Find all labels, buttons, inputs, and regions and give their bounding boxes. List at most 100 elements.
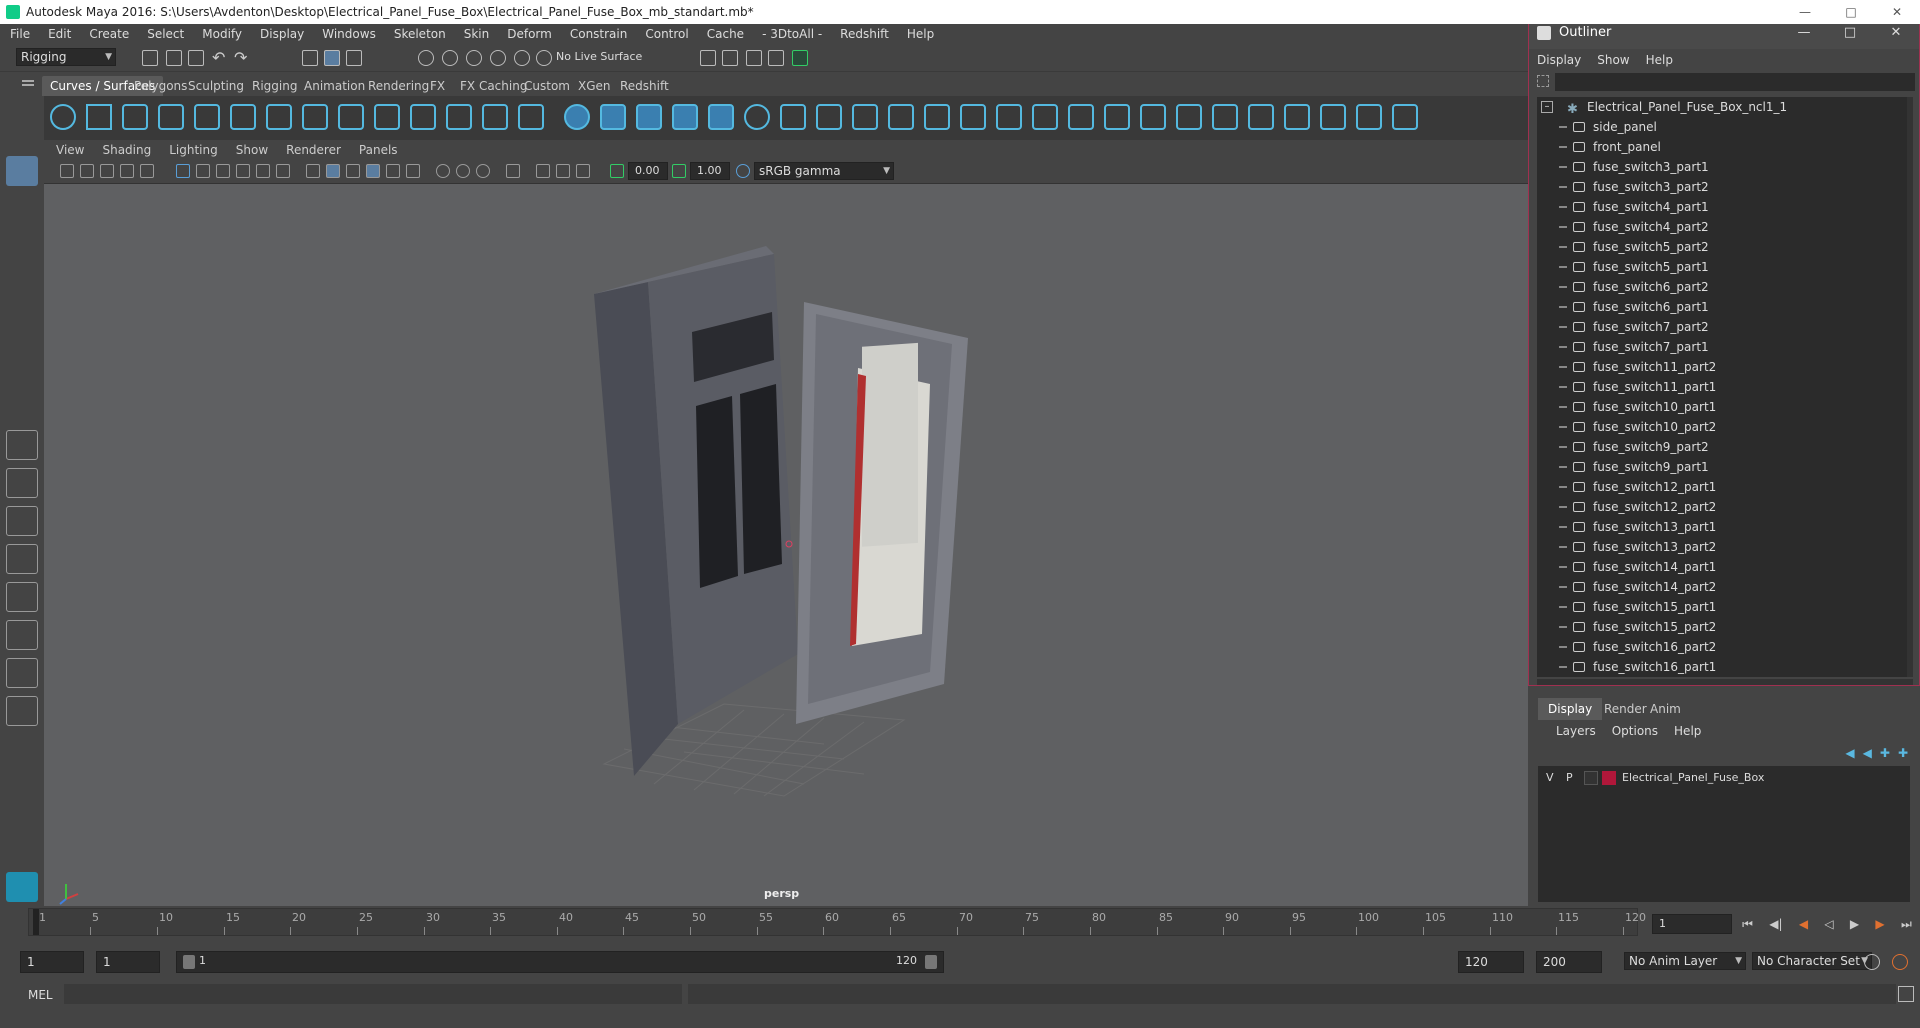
outliner-item[interactable]: fuse_switch3_part1 [1537, 157, 1913, 177]
outliner-item[interactable]: fuse_switch9_part1 [1537, 457, 1913, 477]
outliner-item[interactable]: fuse_switch11_part2 [1537, 357, 1913, 377]
go-to-start-icon[interactable]: ⏮ [1742, 914, 1753, 934]
script-lang-label[interactable]: MEL [28, 988, 53, 1002]
select-tool-icon[interactable] [6, 156, 38, 186]
add-points-icon[interactable] [482, 104, 508, 130]
ipr-render-icon[interactable] [746, 50, 762, 66]
save-scene-icon[interactable] [188, 50, 204, 66]
bookmark-icon[interactable] [100, 164, 114, 178]
panel-menu-item[interactable]: View [56, 140, 84, 160]
outliner-item[interactable]: fuse_switch4_part2 [1537, 217, 1913, 237]
current-frame-field[interactable]: 1 [1652, 914, 1732, 934]
menu-item[interactable]: Constrain [570, 27, 628, 41]
menu-item[interactable]: Skeleton [394, 27, 446, 41]
nurbs-plane-icon[interactable] [708, 104, 734, 130]
ambient-occlusion-icon[interactable] [436, 164, 450, 178]
birail-icon[interactable] [924, 104, 950, 130]
select-component-icon[interactable] [346, 50, 362, 66]
shadows-icon[interactable] [406, 164, 420, 178]
step-forward-icon[interactable]: ▶ [1875, 914, 1884, 934]
outliner-hscrollbar[interactable] [1537, 679, 1913, 685]
insert-knot-icon[interactable] [338, 104, 364, 130]
outliner-filter-icon[interactable] [1537, 75, 1549, 87]
snap-view-icon[interactable] [490, 50, 506, 66]
scale-tool-icon[interactable] [6, 336, 38, 366]
stitch-icon[interactable] [1212, 104, 1238, 130]
outliner-item[interactable]: fuse_switch14_part2 [1537, 577, 1913, 597]
persp-graph-icon[interactable] [6, 620, 38, 650]
rebuild-surface-icon[interactable] [1248, 104, 1274, 130]
outliner-item[interactable]: fuse_switch16_part1 [1537, 657, 1913, 677]
new-layer-icon[interactable]: ✚ [1898, 746, 1908, 760]
auto-key-icon[interactable] [1864, 954, 1880, 970]
wireframe-icon[interactable] [306, 164, 320, 178]
panel-menu-item[interactable]: Renderer [286, 140, 341, 160]
outliner-item[interactable]: fuse_switch3_part2 [1537, 177, 1913, 197]
anim-prefs-icon[interactable] [1892, 954, 1908, 970]
graph-layout-icon[interactable] [6, 582, 38, 612]
maximize-icon[interactable]: □ [1828, 0, 1874, 24]
menu-item[interactable]: - 3DtoAll - [762, 27, 822, 41]
collapse-icon[interactable]: – [1541, 101, 1553, 113]
layer-menu-options[interactable]: Options [1612, 720, 1658, 742]
range-slider-end-handle[interactable] [925, 955, 937, 969]
redo-icon[interactable]: ↷ [234, 50, 250, 66]
extend-curve-icon[interactable] [374, 104, 400, 130]
outliner-item[interactable]: fuse_switch9_part2 [1537, 437, 1913, 457]
nurbs-circle-icon[interactable] [50, 104, 76, 130]
ep-curve-icon[interactable] [158, 104, 184, 130]
outliner-item[interactable]: fuse_switch12_part1 [1537, 477, 1913, 497]
render-frame-icon[interactable] [722, 50, 738, 66]
color-management-icon[interactable] [736, 164, 750, 178]
render-settings-icon[interactable] [768, 50, 784, 66]
menu-item[interactable]: File [10, 27, 30, 41]
anim-start-field[interactable]: 1 [96, 951, 160, 973]
shelf-tab[interactable]: Custom [516, 76, 578, 96]
square-surface-icon[interactable] [996, 104, 1022, 130]
convert-icon[interactable] [1320, 104, 1346, 130]
outliner-item[interactable]: fuse_switch4_part1 [1537, 197, 1913, 217]
layer-color-swatch[interactable] [1602, 771, 1616, 785]
isolate-select-icon[interactable] [506, 164, 520, 178]
move-tool-icon[interactable] [6, 264, 38, 294]
anim-end-field[interactable]: 120 [1458, 951, 1524, 973]
smooth-shade-icon[interactable] [326, 164, 340, 178]
shelf-tab[interactable]: Sculpting [180, 76, 252, 96]
trim-tool-icon[interactable] [1140, 104, 1166, 130]
shelf-menu-icon[interactable] [22, 80, 34, 82]
layer-menu-layers[interactable]: Layers [1556, 720, 1596, 742]
end-time-field[interactable]: 200 [1536, 951, 1602, 973]
nurbs-cone-icon[interactable] [672, 104, 698, 130]
shelf-tab[interactable]: FX [422, 76, 453, 96]
layer-playback-toggle[interactable]: P [1566, 771, 1573, 784]
command-input[interactable] [64, 984, 682, 1004]
select-hierarchy-icon[interactable] [302, 50, 318, 66]
xray-joints-icon[interactable] [556, 164, 570, 178]
camera-select-icon[interactable] [60, 164, 74, 178]
motion-blur-icon[interactable] [456, 164, 470, 178]
new-layer-selected-icon[interactable]: ✚ [1880, 746, 1890, 760]
select-object-icon[interactable] [324, 50, 340, 66]
shelf-tab[interactable]: Redshift [612, 76, 677, 96]
film-gate-icon[interactable] [196, 164, 210, 178]
layout-more-icon[interactable] [6, 696, 38, 726]
character-set-dropdown[interactable]: No Character Set ▼ [1752, 952, 1872, 970]
offset-curve-icon[interactable] [410, 104, 436, 130]
gate-mask-icon[interactable] [236, 164, 250, 178]
boundary-icon[interactable] [960, 104, 986, 130]
layer-tab[interactable]: Anim [1640, 698, 1691, 720]
paint-select-tool-icon[interactable] [6, 228, 38, 258]
outliner-item[interactable]: front_panel [1537, 137, 1913, 157]
move-layer-down-icon[interactable]: ◀ [1863, 746, 1872, 760]
snap-curve-icon[interactable] [442, 50, 458, 66]
menu-item[interactable]: Skin [464, 27, 490, 41]
snap-surface-icon[interactable] [514, 50, 530, 66]
panel-menu-item[interactable]: Lighting [169, 140, 218, 160]
outliner-item[interactable]: fuse_switch7_part1 [1537, 337, 1913, 357]
render-view-icon[interactable] [700, 50, 716, 66]
panel-menu-item[interactable]: Shading [102, 140, 151, 160]
timeline-ruler[interactable]: 1 5 10 15 20 25 30 35 40 45 50 55 60 65 70 75 80 85 90 95 10… [28, 908, 1646, 936]
image-plane-icon[interactable] [120, 164, 134, 178]
range-slider-start-handle[interactable] [183, 955, 195, 969]
range-slider[interactable]: 1 120 [176, 951, 944, 973]
